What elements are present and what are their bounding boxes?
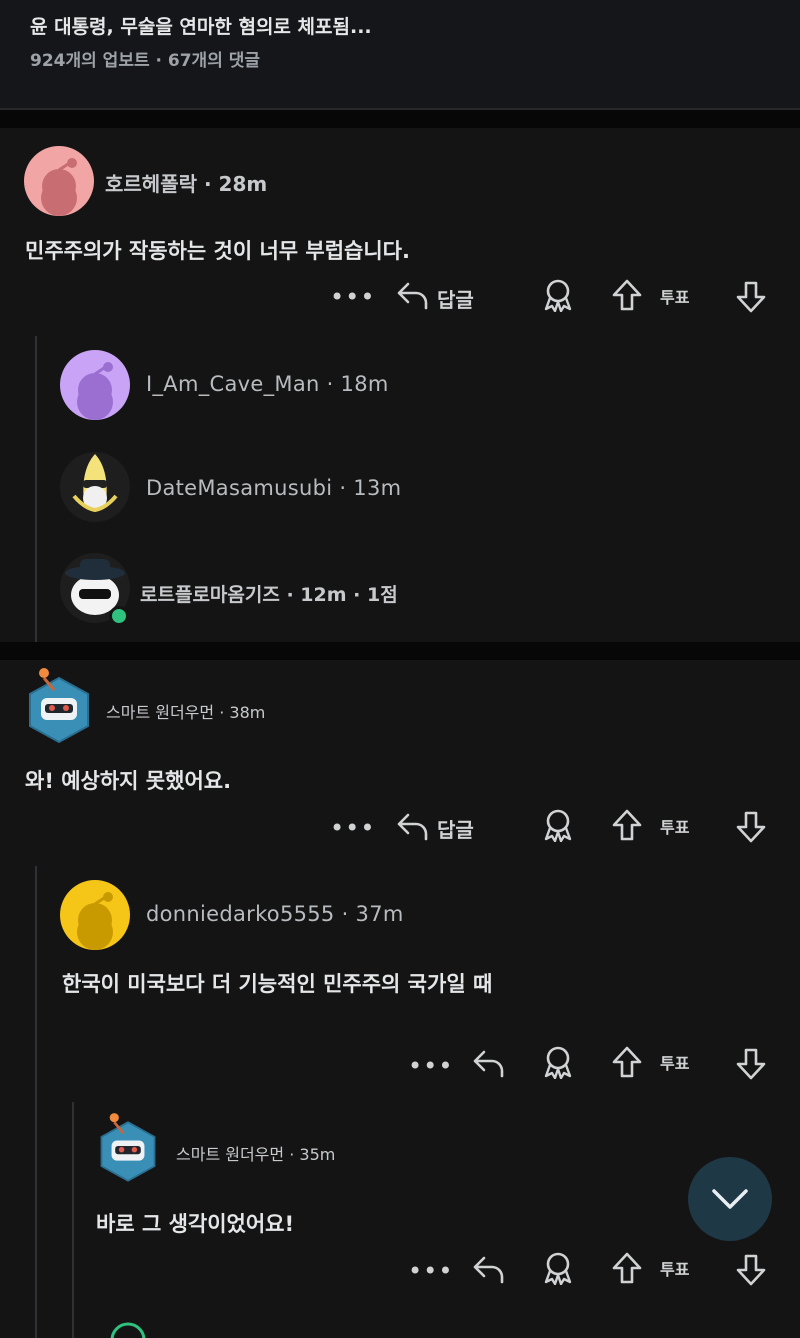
comment-time: · 35m (289, 1145, 336, 1164)
comment-time: · 13m (339, 476, 402, 500)
vote-count: 투표 (660, 818, 690, 837)
more-icon[interactable]: ••• (408, 1259, 453, 1283)
thread-line[interactable] (72, 1102, 74, 1338)
award-icon[interactable] (542, 808, 574, 842)
avatar[interactable] (110, 1322, 146, 1338)
comment-author[interactable]: 스마트 원더우먼 · 38m (106, 699, 265, 723)
author-name[interactable]: 스마트 원더우먼 (176, 1145, 284, 1164)
reply-arrow-icon[interactable] (472, 1254, 506, 1284)
comment-time: · 18m (326, 372, 389, 396)
upvote-icon[interactable] (611, 808, 643, 842)
upvote-icon[interactable] (611, 278, 643, 312)
comment-time: · 37m (341, 902, 404, 926)
reply-arrow-icon[interactable] (396, 811, 430, 841)
more-icon[interactable]: ••• (330, 285, 375, 309)
downvote-icon[interactable] (735, 1253, 767, 1287)
comment-author[interactable]: 호르헤폴락 · 28m (105, 168, 267, 197)
comment-body: 한국이 미국보다 더 기능적인 민주주의 국가일 때 (62, 972, 493, 996)
award-icon[interactable] (542, 1251, 574, 1285)
author-name[interactable]: 호르헤폴락 (105, 172, 197, 196)
post-meta: 924개의 업보트 · 67개의 댓글 (30, 51, 261, 71)
more-icon[interactable]: ••• (408, 1054, 453, 1078)
section-divider (0, 642, 800, 660)
comment-author[interactable]: donniedarko5555 · 37m (146, 902, 404, 926)
comment-body: 민주주의가 작동하는 것이 너무 부럽습니다. (25, 239, 410, 263)
online-indicator (109, 606, 129, 626)
comment-body: 바로 그 생각이었어요! (96, 1212, 295, 1236)
vote-count: 투표 (660, 1054, 690, 1073)
more-icon[interactable]: ••• (330, 816, 375, 840)
vote-count: 투표 (660, 1260, 690, 1279)
comment-time: · 28m (203, 172, 268, 196)
thread-line[interactable] (35, 336, 37, 642)
avatar[interactable] (24, 664, 94, 744)
post-header[interactable]: 윤 대통령, 무술을 연마한 혐의로 체포됨... 924개의 업보트 · 67… (0, 0, 800, 110)
author-name[interactable]: donniedarko5555 (146, 902, 335, 926)
downvote-icon[interactable] (735, 810, 767, 844)
comment-time: · 12m · 1점 (286, 584, 398, 606)
reply-arrow-icon[interactable] (396, 280, 430, 310)
reply-button[interactable]: 답글 (437, 284, 474, 313)
chevron-down-icon (710, 1187, 750, 1211)
avatar[interactable] (24, 146, 94, 216)
avatar[interactable] (60, 452, 130, 522)
reply-button[interactable]: 답글 (437, 814, 474, 843)
award-icon[interactable] (542, 278, 574, 312)
award-icon[interactable] (542, 1045, 574, 1079)
upvote-icon[interactable] (611, 1045, 643, 1079)
author-name[interactable]: I_Am_Cave_Man (146, 372, 320, 396)
comment-time: · 38m (219, 703, 266, 722)
comment-body: 와! 예상하지 못했어요. (25, 769, 232, 793)
downvote-icon[interactable] (735, 1047, 767, 1081)
section-divider (0, 110, 800, 130)
collapsed-reply[interactable]: DateMasamusubi · 13m (146, 476, 401, 500)
avatar[interactable] (60, 880, 130, 950)
reply-arrow-icon[interactable] (472, 1048, 506, 1078)
downvote-icon[interactable] (735, 280, 767, 314)
post-title: 윤 대통령, 무술을 연마한 혐의로 체포됨... (30, 16, 372, 38)
collapsed-reply[interactable]: 로트플로마옴기즈 · 12m · 1점 (140, 580, 398, 607)
avatar[interactable] (96, 1106, 160, 1186)
scroll-down-button[interactable] (688, 1157, 772, 1241)
author-name[interactable]: DateMasamusubi (146, 476, 332, 500)
upvote-icon[interactable] (611, 1251, 643, 1285)
author-name[interactable]: 로트플로마옴기즈 (140, 584, 280, 606)
avatar[interactable] (60, 350, 130, 420)
comment-author[interactable]: 스마트 원더우먼 · 35m (176, 1141, 335, 1165)
author-name[interactable]: 스마트 원더우먼 (106, 703, 214, 722)
thread-line[interactable] (35, 866, 37, 1338)
collapsed-reply[interactable]: I_Am_Cave_Man · 18m (146, 372, 389, 396)
vote-count: 투표 (660, 288, 690, 307)
